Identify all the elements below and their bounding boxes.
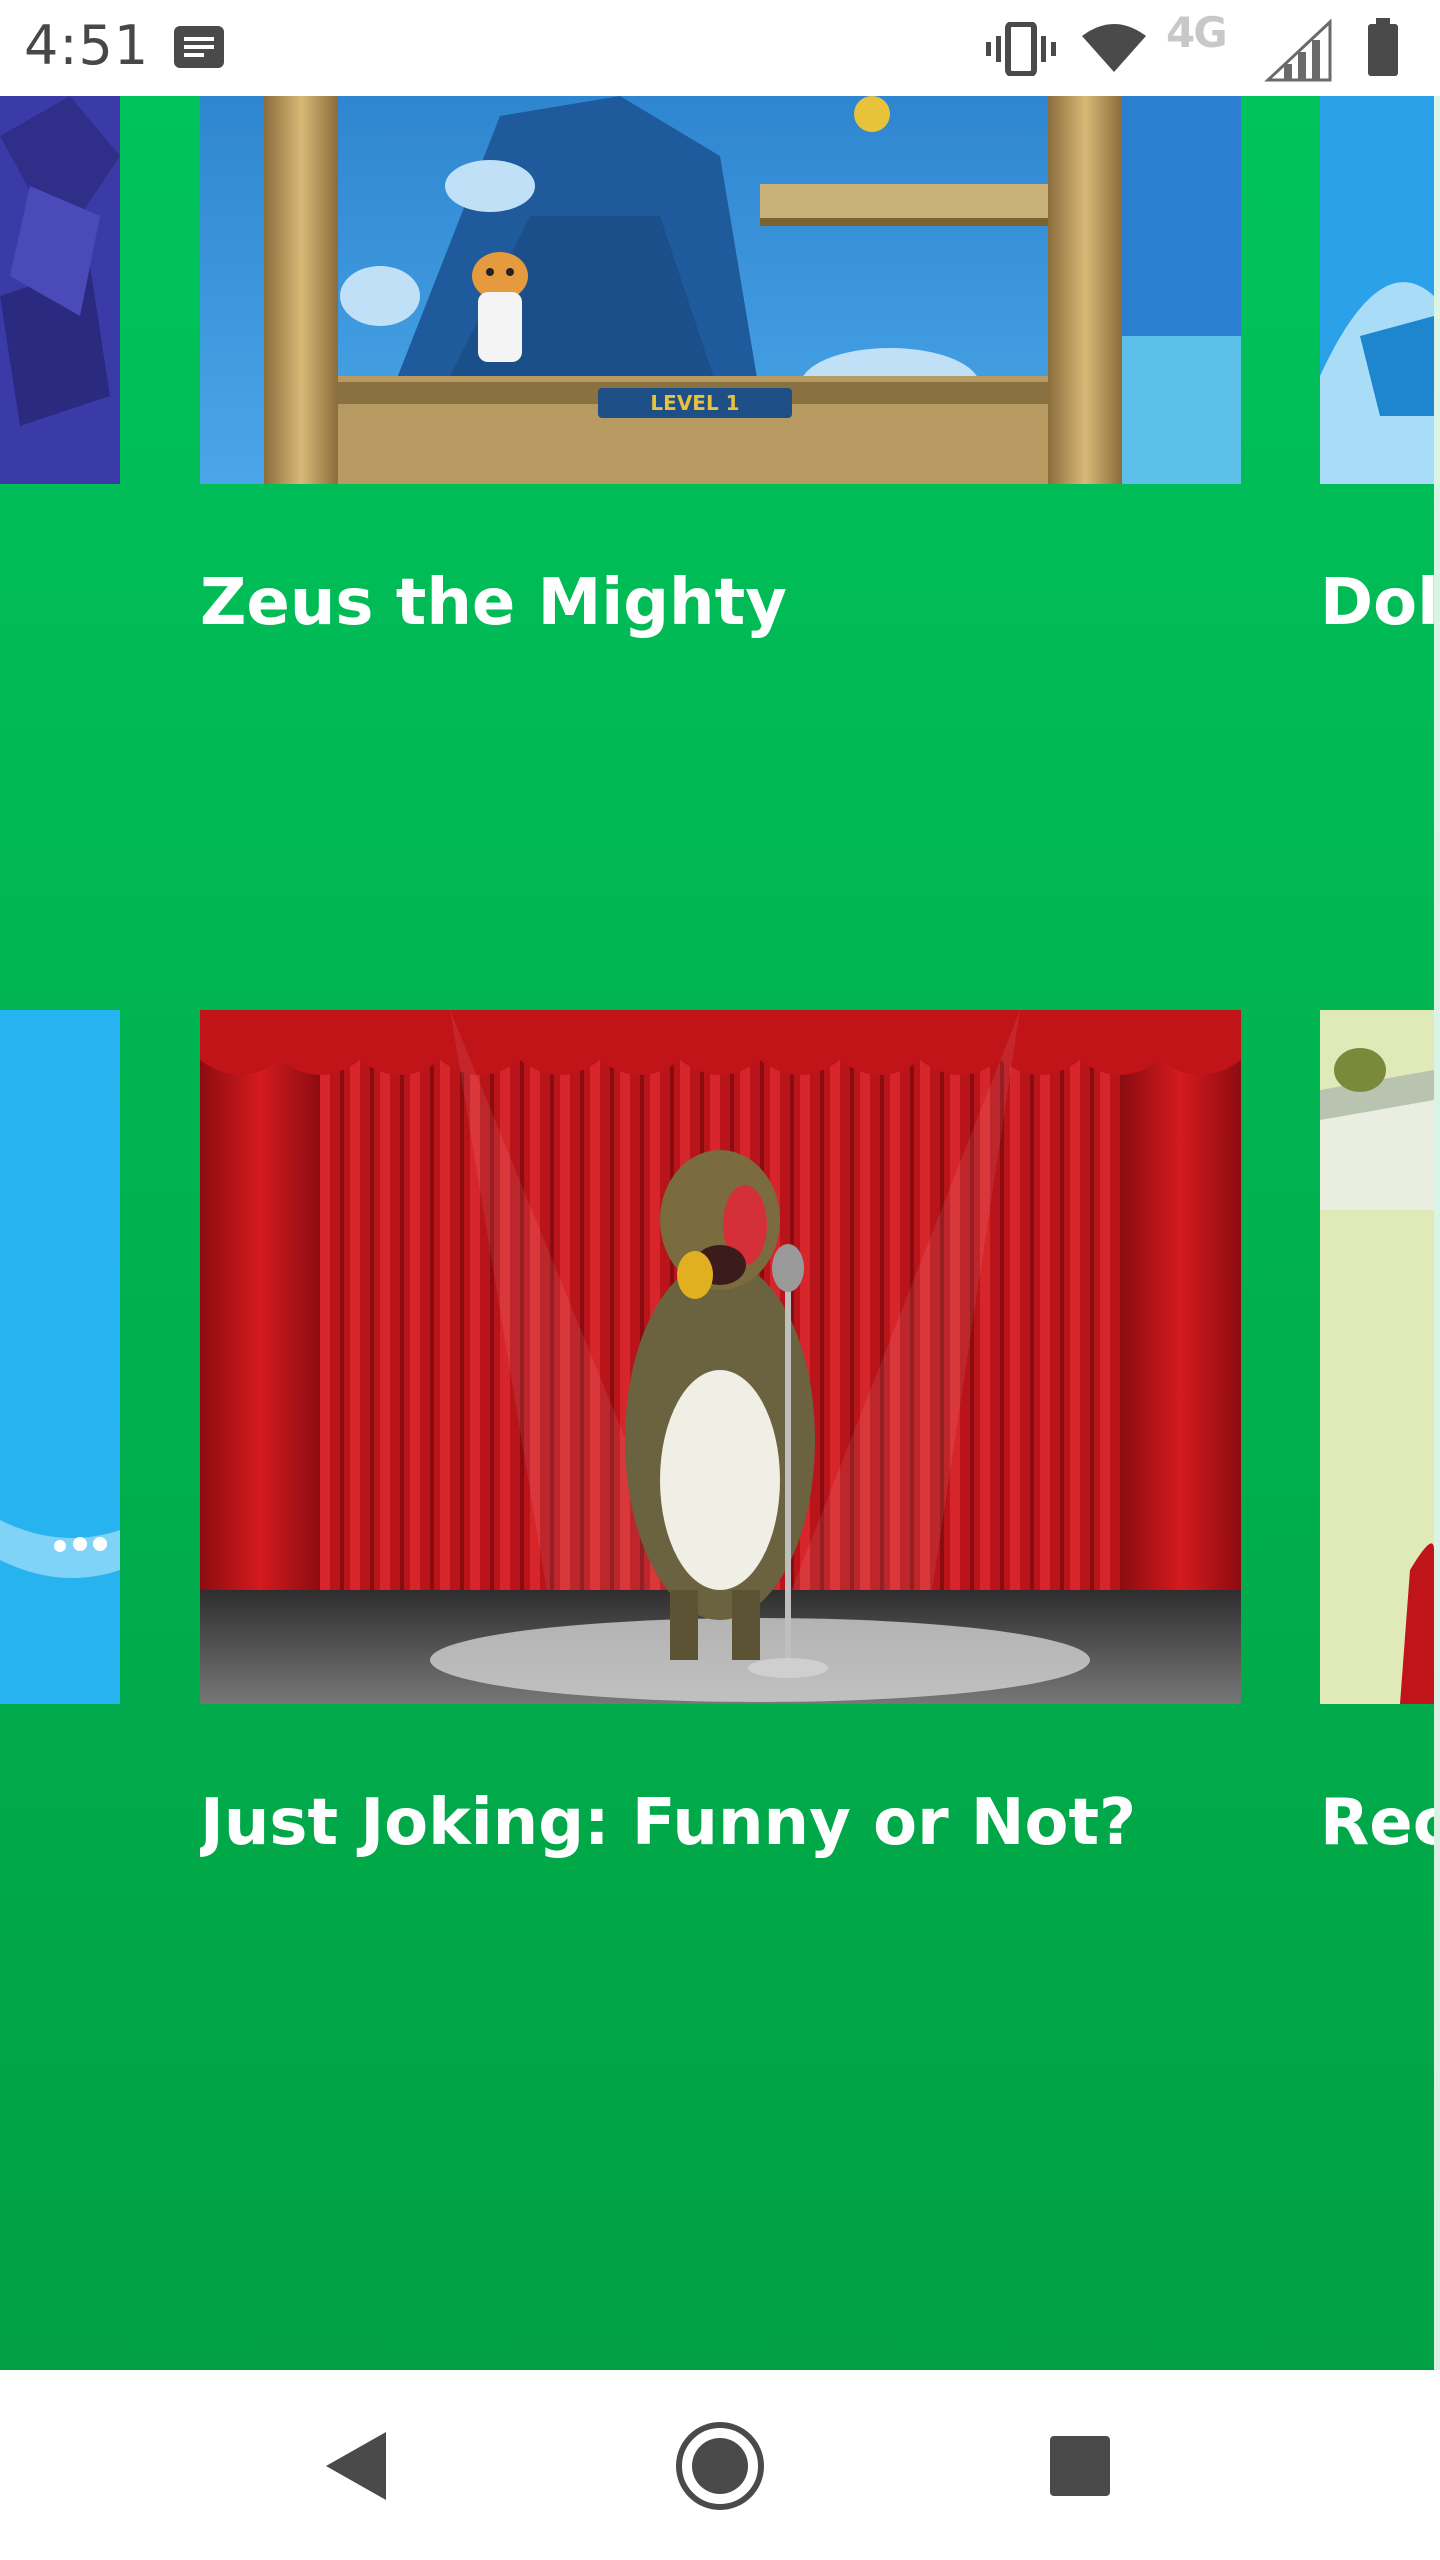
vibrate-icon bbox=[986, 22, 1056, 76]
battery-icon bbox=[1368, 18, 1398, 76]
wifi-icon bbox=[1082, 24, 1146, 72]
stage-scene bbox=[200, 1010, 1241, 1704]
game-grid[interactable]: LEVEL 1 Zeus the Mighty Dolp bbox=[0, 96, 1440, 2370]
navigation-bar bbox=[0, 2370, 1440, 2560]
zeus-game-thumbnail[interactable]: LEVEL 1 bbox=[200, 96, 1241, 484]
network-type: 4G bbox=[1166, 8, 1228, 57]
scrollbar[interactable] bbox=[1434, 96, 1440, 2370]
recycle-scene bbox=[1320, 1010, 1434, 1704]
card-title-just-joking[interactable]: Just Joking: Funny or Not? bbox=[200, 1786, 1240, 1860]
signal-icon bbox=[1264, 18, 1332, 82]
left-partial-card-bottom[interactable] bbox=[0, 1010, 120, 1704]
recents-icon[interactable] bbox=[1048, 2434, 1112, 2498]
recycle-game-thumbnail[interactable] bbox=[1320, 1010, 1434, 1704]
card-title-dolphin[interactable]: Dolp bbox=[1320, 566, 1434, 640]
blue-pattern-thumbnail bbox=[0, 1010, 120, 1704]
card-title-zeus[interactable]: Zeus the Mighty bbox=[200, 566, 1240, 640]
level-label: LEVEL 1 bbox=[650, 391, 739, 415]
zeus-scene: LEVEL 1 bbox=[200, 96, 1241, 484]
card-title-recycle[interactable]: Recy bbox=[1320, 1786, 1434, 1860]
status-bar: 4:51 4G bbox=[0, 0, 1440, 96]
letters-thumbnail bbox=[0, 96, 120, 484]
baboon-on-stage-thumbnail[interactable] bbox=[200, 1010, 1241, 1704]
left-partial-card-top[interactable] bbox=[0, 96, 120, 484]
dolphin-game-thumbnail[interactable] bbox=[1320, 96, 1434, 484]
message-icon bbox=[174, 26, 224, 68]
home-icon[interactable] bbox=[674, 2420, 766, 2512]
back-icon[interactable] bbox=[320, 2428, 392, 2504]
status-time: 4:51 bbox=[24, 14, 150, 77]
dolphin-scene bbox=[1320, 96, 1434, 484]
